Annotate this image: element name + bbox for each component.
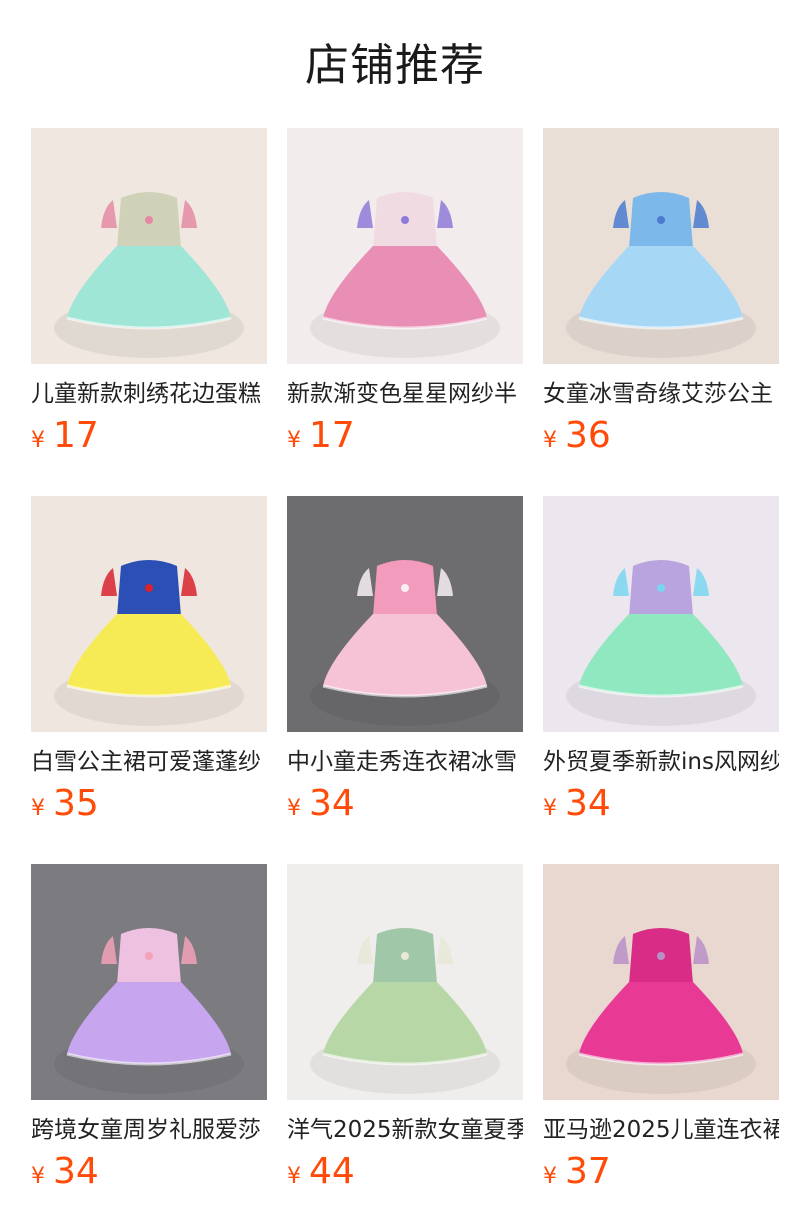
product-grid: 儿童新款刺绣花边蛋糕 ¥17 新款渐变色星星网纱半 ¥17 女童冰雪奇缘艾莎公主 ¥3… [31, 128, 779, 1232]
currency-symbol: ¥ [287, 1164, 301, 1189]
currency-symbol: ¥ [543, 796, 557, 821]
product-name[interactable]: 中小童走秀连衣裙冰雪 [287, 746, 523, 778]
price-value: 35 [53, 783, 99, 824]
product-name[interactable]: 亚马逊2025儿童连衣裙 [543, 1114, 779, 1146]
product-name[interactable]: 跨境女童周岁礼服爱莎 [31, 1114, 267, 1146]
price-value: 17 [309, 415, 355, 456]
product-name[interactable]: 洋气2025新款女童夏季 [287, 1114, 523, 1146]
product-card[interactable]: 女童冰雪奇缘艾莎公主 ¥36 [543, 128, 779, 496]
product-price: ¥17 [287, 414, 523, 458]
price-value: 34 [309, 783, 355, 824]
product-price: ¥34 [287, 782, 523, 826]
product-name[interactable]: 新款渐变色星星网纱半 [287, 378, 523, 410]
product-image[interactable] [543, 496, 779, 732]
product-image[interactable] [543, 128, 779, 364]
product-card[interactable]: 洋气2025新款女童夏季 ¥44 [287, 864, 523, 1232]
currency-symbol: ¥ [287, 796, 301, 821]
price-value: 37 [565, 1151, 611, 1192]
product-price: ¥37 [543, 1150, 779, 1194]
currency-symbol: ¥ [287, 428, 301, 453]
price-value: 34 [565, 783, 611, 824]
product-image[interactable] [287, 496, 523, 732]
currency-symbol: ¥ [31, 1164, 45, 1189]
product-image[interactable] [287, 864, 523, 1100]
product-name[interactable]: 外贸夏季新款ins风网纱 [543, 746, 779, 778]
currency-symbol: ¥ [31, 428, 45, 453]
page-title: 店铺推荐 [305, 40, 485, 91]
product-card[interactable]: 中小童走秀连衣裙冰雪 ¥34 [287, 496, 523, 864]
product-card[interactable]: 外贸夏季新款ins风网纱 ¥34 [543, 496, 779, 864]
product-card[interactable]: 亚马逊2025儿童连衣裙 ¥37 [543, 864, 779, 1232]
currency-symbol: ¥ [31, 796, 45, 821]
product-price: ¥34 [31, 1150, 267, 1194]
product-price: ¥35 [31, 782, 267, 826]
price-value: 34 [53, 1151, 99, 1192]
product-image[interactable] [31, 864, 267, 1100]
price-value: 17 [53, 415, 99, 456]
product-image[interactable] [31, 496, 267, 732]
product-image[interactable] [287, 128, 523, 364]
product-card[interactable]: 白雪公主裙可爱蓬蓬纱 ¥35 [31, 496, 267, 864]
price-value: 44 [309, 1151, 355, 1192]
product-card[interactable]: 儿童新款刺绣花边蛋糕 ¥17 [31, 128, 267, 496]
product-name[interactable]: 白雪公主裙可爱蓬蓬纱 [31, 746, 267, 778]
product-card[interactable]: 新款渐变色星星网纱半 ¥17 [287, 128, 523, 496]
product-price: ¥44 [287, 1150, 523, 1194]
product-image[interactable] [31, 128, 267, 364]
product-price: ¥17 [31, 414, 267, 458]
currency-symbol: ¥ [543, 428, 557, 453]
product-name[interactable]: 儿童新款刺绣花边蛋糕 [31, 378, 267, 410]
product-card[interactable]: 跨境女童周岁礼服爱莎 ¥34 [31, 864, 267, 1232]
product-name[interactable]: 女童冰雪奇缘艾莎公主 [543, 378, 779, 410]
product-price: ¥36 [543, 414, 779, 458]
price-value: 36 [565, 415, 611, 456]
product-price: ¥34 [543, 782, 779, 826]
product-image[interactable] [543, 864, 779, 1100]
currency-symbol: ¥ [543, 1164, 557, 1189]
